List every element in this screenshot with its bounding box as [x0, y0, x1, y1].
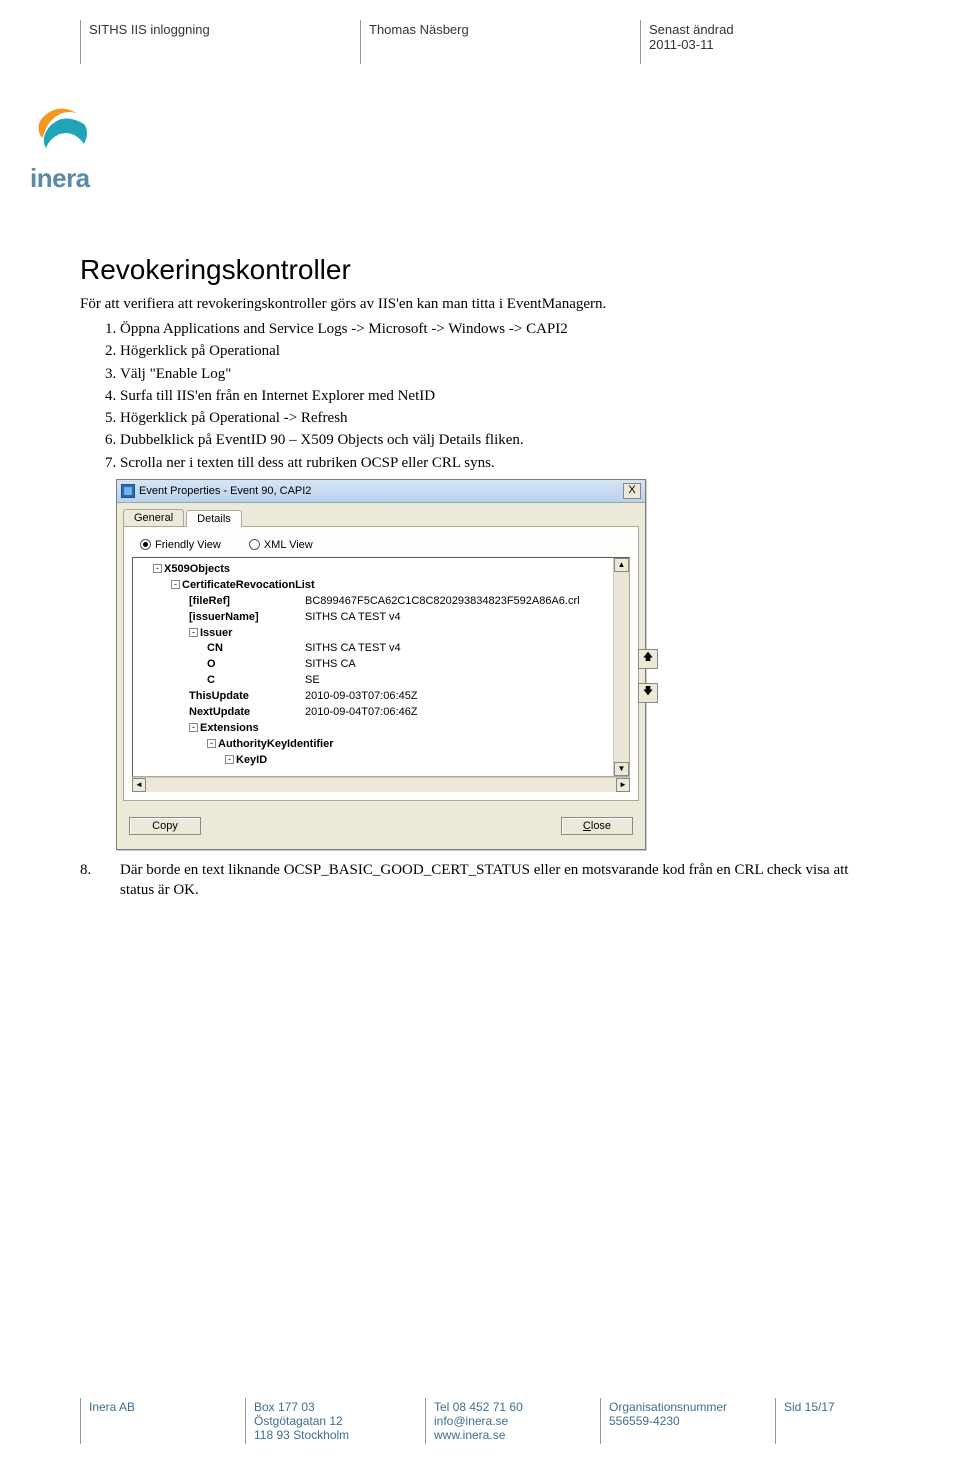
tree-row[interactable]: -CertificateRevocationList [135, 578, 611, 594]
page-header: SITHS IIS inloggning Thomas Näsberg Sena… [80, 20, 880, 64]
footer-orgnr: Organisationsnummer556559-4230 [600, 1398, 775, 1444]
tree-row[interactable]: [fileRef] BC899467F5CA62C1C8C820293834823… [135, 594, 611, 610]
tree-key: [issuerName] [189, 611, 259, 623]
header-modified: Senast ändrad 2011-03-11 [640, 20, 880, 64]
footer-address: Box 177 03Östgötagatan 12118 93 Stockhol… [245, 1398, 425, 1444]
app-icon [121, 484, 135, 498]
step-5: Högerklick på Operational -> Refresh [120, 408, 880, 428]
tree-value [305, 562, 611, 578]
step-4: Surfa till IIS'en från en Internet Explo… [120, 386, 880, 406]
tree-row[interactable]: [issuerName] SITHS CA TEST v4 [135, 610, 611, 626]
tree-value: SE [305, 673, 611, 689]
footer-contact: Tel 08 452 71 60info@inera.sewww.inera.s… [425, 1398, 600, 1444]
radio-dot-icon [249, 539, 260, 550]
prev-event-button[interactable]: 🡅 [638, 649, 658, 669]
logo-text: inera [30, 163, 880, 194]
dialog-title: Event Properties - Event 90, CAPI2 [139, 485, 311, 497]
tab-general[interactable]: General [123, 509, 184, 526]
tree-value [305, 578, 611, 594]
tree-key: NextUpdate [189, 706, 250, 718]
event-properties-dialog: Event Properties - Event 90, CAPI2 X Gen… [116, 479, 646, 850]
tree-key: Extensions [200, 722, 259, 734]
step-3: Välj "Enable Log" [120, 364, 880, 384]
collapse-icon[interactable]: - [207, 739, 216, 748]
tree-value [305, 721, 611, 737]
tree-key: O [207, 658, 216, 670]
logo-icon [30, 104, 92, 156]
radio-xml-view[interactable]: XML View [249, 539, 313, 551]
tree-row[interactable]: ThisUpdate 2010-09-03T07:06:45Z [135, 689, 611, 705]
header-modified-date: 2011-03-11 [649, 37, 872, 52]
radio-friendly-label: Friendly View [155, 539, 221, 551]
header-author: Thomas Näsberg [360, 20, 640, 64]
tree-key: [fileRef] [189, 595, 230, 607]
radio-xml-label: XML View [264, 539, 313, 551]
tree-value [305, 753, 611, 769]
event-detail-tree[interactable]: -X509Objects-CertificateRevocationList[f… [132, 557, 630, 777]
tree-row[interactable]: -X509Objects [135, 562, 611, 578]
tree-row[interactable]: -Extensions [135, 721, 611, 737]
tree-key: C [207, 674, 215, 686]
page-title: Revokeringskontroller [80, 254, 880, 286]
scroll-left-icon[interactable]: ◄ [132, 778, 146, 792]
dialog-titlebar: Event Properties - Event 90, CAPI2 X [117, 480, 645, 503]
step-8: 8.Där borde en text liknande OCSP_BASIC_… [80, 860, 880, 901]
dialog-tabs: General Details [117, 503, 645, 526]
tree-value [305, 737, 611, 753]
page-footer: Inera AB Box 177 03Östgötagatan 12118 93… [80, 1398, 880, 1444]
tab-details[interactable]: Details [186, 510, 242, 527]
step-6: Dubbelklick på EventID 90 – X509 Objects… [120, 430, 880, 450]
horizontal-scrollbar[interactable]: ◄ ► [132, 777, 630, 792]
radio-dot-selected-icon [140, 539, 151, 550]
footer-company: Inera AB [80, 1398, 245, 1444]
collapse-icon[interactable]: - [189, 628, 198, 637]
tree-row[interactable]: CN SITHS CA TEST v4 [135, 641, 611, 657]
tree-value: SITHS CA TEST v4 [305, 641, 611, 657]
tree-value: BC899467F5CA62C1C8C820293834823F592A86A6… [305, 594, 611, 610]
footer-page-number: Sid 15/17 [775, 1398, 880, 1444]
vertical-scrollbar[interactable]: ▲ ▼ [613, 558, 629, 776]
tree-row[interactable]: -Issuer [135, 626, 611, 642]
tree-key: Issuer [200, 627, 232, 639]
radio-friendly-view[interactable]: Friendly View [140, 539, 221, 551]
tree-key: KeyID [236, 754, 267, 766]
scroll-up-icon[interactable]: ▲ [614, 558, 629, 572]
close-dialog-button[interactable]: Close [561, 817, 633, 835]
intro-text: För att verifiera att revokeringskontrol… [80, 296, 880, 313]
next-event-button[interactable]: 🡇 [638, 683, 658, 703]
tree-value [305, 626, 611, 642]
step-7: Scrolla ner i texten till dess att rubri… [120, 453, 880, 473]
steps-list: Öppna Applications and Service Logs -> M… [80, 319, 880, 473]
copy-button[interactable]: Copy [129, 817, 201, 835]
step-2: Högerklick på Operational [120, 341, 880, 361]
tree-value: SITHS CA [305, 657, 611, 673]
tree-value: 2010-09-03T07:06:45Z [305, 689, 611, 705]
tree-value: SITHS CA TEST v4 [305, 610, 611, 626]
tree-value: 2010-09-04T07:06:46Z [305, 705, 611, 721]
collapse-icon[interactable]: - [171, 580, 180, 589]
scroll-right-icon[interactable]: ► [616, 778, 630, 792]
tree-key: ThisUpdate [189, 690, 249, 702]
tree-row[interactable]: C SE [135, 673, 611, 689]
close-button[interactable]: X [623, 483, 641, 499]
tree-row[interactable]: -AuthorityKeyIdentifier [135, 737, 611, 753]
tree-row[interactable]: NextUpdate 2010-09-04T07:06:46Z [135, 705, 611, 721]
tree-row[interactable]: O SITHS CA [135, 657, 611, 673]
tree-key: CN [207, 642, 223, 654]
tab-body-details: Friendly View XML View -X509Objects-Cert… [123, 526, 639, 801]
collapse-icon[interactable]: - [153, 564, 162, 573]
scroll-down-icon[interactable]: ▼ [614, 762, 629, 776]
header-modified-label: Senast ändrad [649, 22, 872, 37]
logo: inera [30, 104, 880, 194]
tree-key: CertificateRevocationList [182, 579, 315, 591]
tree-row[interactable]: -KeyID [135, 753, 611, 769]
step-1: Öppna Applications and Service Logs -> M… [120, 319, 880, 339]
collapse-icon[interactable]: - [225, 755, 234, 764]
collapse-icon[interactable]: - [189, 723, 198, 732]
header-doc-title: SITHS IIS inloggning [80, 20, 360, 64]
tree-key: X509Objects [164, 563, 230, 575]
